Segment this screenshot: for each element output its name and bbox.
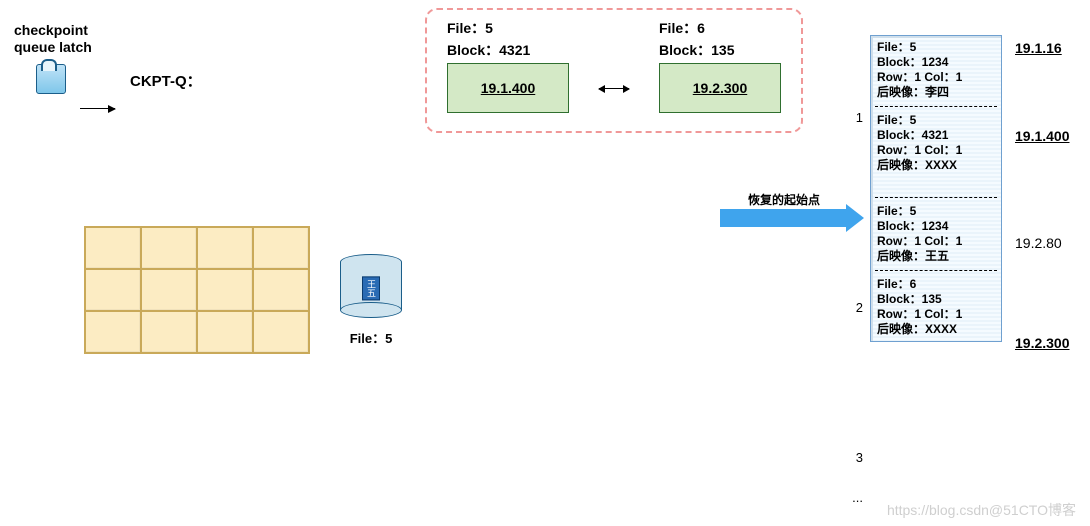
log-entry: File：5 Block：1234 Row：1 Col：1 后映像：李四 — [871, 36, 1001, 104]
log-entry: File：6 Block：135 Row：1 Col：1 后映像：XXXX — [871, 273, 1001, 341]
node-block-label: Block：4321 — [447, 42, 569, 60]
group-number: 2 — [845, 300, 863, 315]
node-file-label: File：6 — [659, 20, 781, 38]
node-scn: 19.2.300 — [693, 80, 748, 96]
separator — [875, 197, 997, 198]
datafile-cylinder: 王五 File：5 — [340, 254, 402, 347]
latch-icon — [36, 64, 66, 94]
log-entry: File：5 Block：4321 Row：1 Col：1 后映像：XXXX — [871, 109, 1001, 177]
arrow-icon — [80, 108, 115, 109]
db-chip-label: 王五 — [362, 276, 380, 300]
scn-label: 19.2.80 — [1015, 235, 1062, 251]
node-scn: 19.1.400 — [481, 80, 536, 96]
node-file-label: File：5 — [447, 20, 569, 38]
scn-label: 19.2.300 — [1015, 335, 1070, 351]
buffer-cache-grid — [84, 226, 310, 354]
ckpt-queue-box: File：5 Block：4321 19.1.400 File：6 Block：… — [425, 8, 803, 133]
checkpoint-title: checkpoint queue latch — [14, 22, 92, 56]
group-number: ... — [845, 490, 863, 505]
log-entry: File：5 Block：1234 Row：1 Col：1 后映像：王五 — [871, 200, 1001, 268]
recovery-start-arrow-icon: 恢复的起始点 — [720, 209, 848, 227]
node-block-label: Block：135 — [659, 42, 781, 60]
arrow-label: 恢复的起始点 — [720, 191, 848, 208]
redo-log: File：5 Block：1234 Row：1 Col：1 后映像：李四 Fil… — [870, 35, 1002, 342]
ckpt-q-label: CKPT-Q： — [130, 70, 202, 91]
group-number: 3 — [845, 450, 863, 465]
scn-label: 19.1.16 — [1015, 40, 1062, 56]
db-caption: File：5 — [340, 328, 402, 347]
separator — [875, 270, 997, 271]
double-arrow-icon — [599, 88, 629, 89]
watermark: https://blog.csdn@51CTO博客 — [887, 500, 1076, 520]
group-number: 1 — [845, 110, 863, 125]
separator — [875, 106, 997, 107]
scn-label: 19.1.400 — [1015, 128, 1070, 144]
